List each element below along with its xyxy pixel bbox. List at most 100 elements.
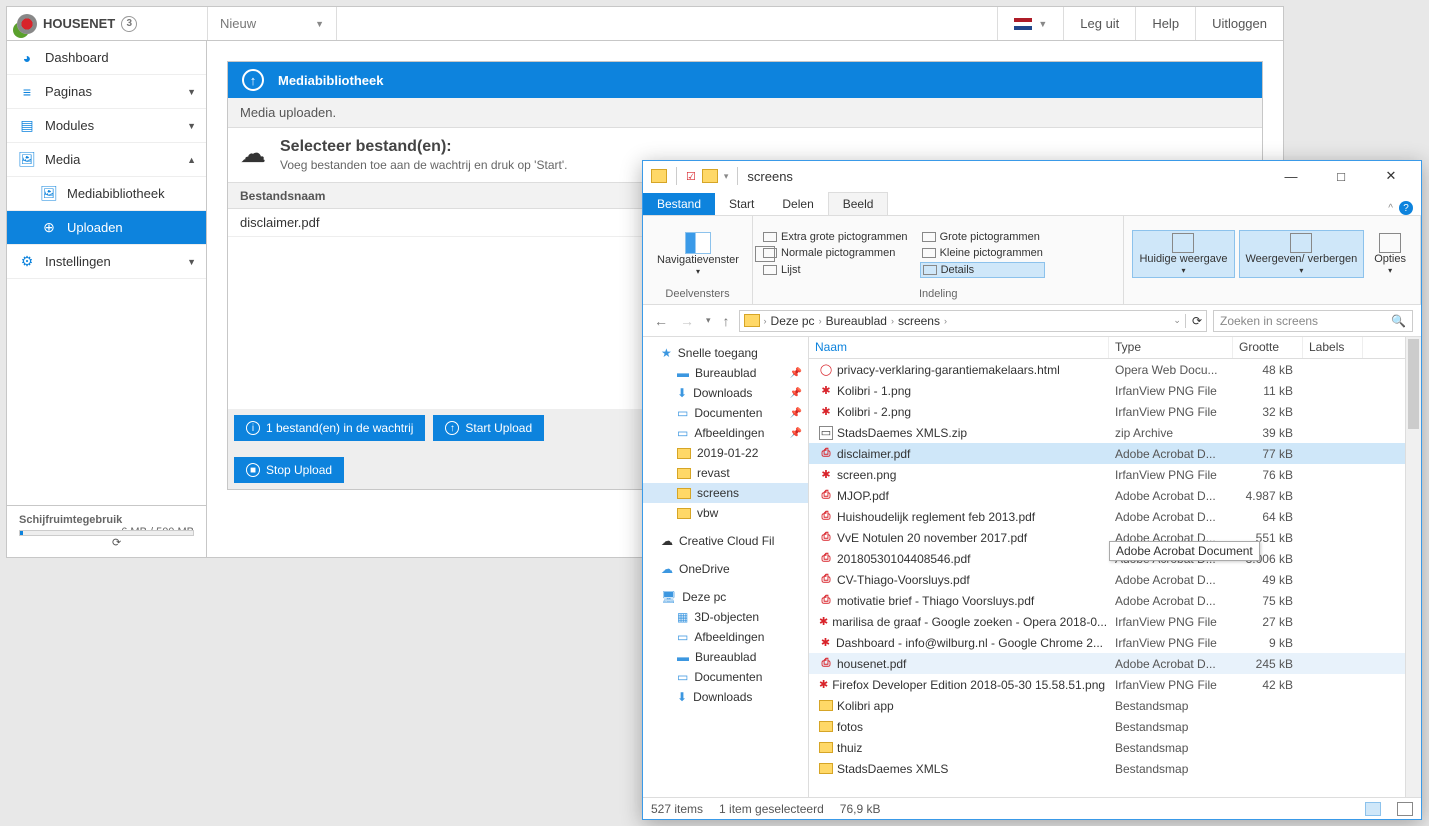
scrollbar[interactable] bbox=[1405, 337, 1421, 797]
file-row[interactable]: ⎙motivatie brief - Thiago Voorsluys.pdfA… bbox=[809, 590, 1405, 611]
tree-item[interactable]: ▭Afbeeldingen bbox=[643, 627, 808, 647]
view-normal[interactable]: Normale pictogrammen bbox=[761, 246, 910, 260]
tree-item[interactable]: 🖥Deze pc bbox=[643, 587, 808, 607]
view-extra-large[interactable]: Extra grote pictogrammen bbox=[761, 230, 910, 244]
view-small[interactable]: Kleine pictogrammen bbox=[920, 246, 1045, 260]
file-row[interactable]: ⎙20180530104408546.pdfAdobe Acrobat D...… bbox=[809, 548, 1405, 569]
nav-back-button[interactable]: ← bbox=[651, 313, 671, 329]
queue-count-button[interactable]: i1 bestand(en) in de wachtrij bbox=[234, 415, 425, 441]
language-button[interactable]: ▼ bbox=[997, 7, 1063, 40]
view-list[interactable]: Lijst bbox=[761, 262, 910, 278]
view-details[interactable]: Details bbox=[920, 262, 1045, 278]
nav-forward-button[interactable]: → bbox=[677, 313, 697, 329]
col-size[interactable]: Grootte bbox=[1233, 337, 1303, 358]
help-button[interactable]: Help bbox=[1135, 7, 1195, 40]
tree-item[interactable]: ☁OneDrive bbox=[643, 559, 808, 579]
file-row[interactable]: ⎙disclaimer.pdfAdobe Acrobat D...77 kB bbox=[809, 443, 1405, 464]
tree-item[interactable]: ▬Bureaublad📌 bbox=[643, 363, 808, 383]
nav-recent-button[interactable]: ▾ bbox=[703, 315, 714, 326]
quick-toggle-icon[interactable]: ☑ bbox=[686, 170, 696, 183]
tree-item[interactable]: ▭Documenten📌 bbox=[643, 403, 808, 423]
close-button[interactable]: ✕ bbox=[1369, 161, 1413, 191]
file-row[interactable]: ◯privacy-verklaring-garantiemakelaars.ht… bbox=[809, 359, 1405, 380]
folder-icon bbox=[744, 314, 760, 327]
tree-item[interactable]: ⬇Downloads📌 bbox=[643, 383, 808, 403]
sidebar-item-instellingen[interactable]: ⚙Instellingen▼ bbox=[7, 245, 206, 279]
file-row[interactable]: Kolibri appBestandsmap bbox=[809, 695, 1405, 716]
file-row[interactable]: ⎙CV-Thiago-Voorsluys.pdfAdobe Acrobat D.… bbox=[809, 569, 1405, 590]
tree-item[interactable]: ▭Afbeeldingen📌 bbox=[643, 423, 808, 443]
file-row[interactable]: fotosBestandsmap bbox=[809, 716, 1405, 737]
help-icon[interactable]: ? bbox=[1399, 201, 1413, 215]
breadcrumb-segment[interactable]: screens bbox=[898, 314, 940, 328]
show-hide-button[interactable]: Weergeven/ verbergen▾ bbox=[1239, 230, 1365, 279]
breadcrumb-segment[interactable]: Bureaublad bbox=[826, 314, 887, 328]
tree-item[interactable]: vbw bbox=[643, 503, 808, 523]
tree-item[interactable]: ☁Creative Cloud Fil bbox=[643, 531, 808, 551]
sidebar-icon: ◕ bbox=[19, 50, 35, 66]
nav-pane-button[interactable]: Navigatievenster ▾ bbox=[651, 230, 745, 279]
breadcrumb-dropdown-icon[interactable]: ⌄ bbox=[1173, 315, 1181, 326]
start-upload-button[interactable]: ↑Start Upload bbox=[433, 415, 544, 441]
tree-item[interactable]: 2019-01-22 bbox=[643, 443, 808, 463]
nav-up-button[interactable]: ↑ bbox=[720, 313, 733, 329]
sidebar-item-media[interactable]: 🖼Media▲ bbox=[7, 143, 206, 177]
col-name[interactable]: Naam bbox=[809, 337, 1109, 358]
tab-beeld[interactable]: Beeld bbox=[828, 192, 889, 215]
view-details-icon[interactable] bbox=[1365, 802, 1381, 816]
ribbon-group-layout-label: Indeling bbox=[761, 288, 1115, 300]
explorer-titlebar[interactable]: ☑ ▾ screens — □ ✕ bbox=[643, 161, 1421, 191]
maximize-button[interactable]: □ bbox=[1319, 161, 1363, 191]
new-dropdown[interactable]: Nieuw ▼ bbox=[207, 7, 337, 40]
tab-delen[interactable]: Delen bbox=[768, 193, 827, 215]
tree-label: revast bbox=[697, 466, 730, 480]
current-view-button[interactable]: Huidige weergave▾ bbox=[1132, 230, 1234, 279]
chevron-up-icon[interactable]: ^ bbox=[1388, 203, 1393, 214]
file-row[interactable]: ✱Dashboard - info@wilburg.nl - Google Ch… bbox=[809, 632, 1405, 653]
options-icon bbox=[1379, 233, 1401, 253]
options-button[interactable]: Opties▾ bbox=[1368, 231, 1412, 278]
breadcrumb[interactable]: › Deze pc› Bureaublad› screens› ⌄ ⟳ bbox=[739, 310, 1207, 332]
sidebar-item-dashboard[interactable]: ◕Dashboard bbox=[7, 41, 206, 75]
scrollbar-thumb[interactable] bbox=[1408, 339, 1419, 429]
tree-item[interactable]: ▭Documenten bbox=[643, 667, 808, 687]
file-row[interactable]: ⎙VvE Notulen 20 november 2017.pdfAdobe A… bbox=[809, 527, 1405, 548]
stop-upload-button[interactable]: ■Stop Upload bbox=[234, 457, 344, 483]
file-row[interactable]: ✱screen.pngIrfanView PNG File76 kB bbox=[809, 464, 1405, 485]
refresh-icon[interactable]: ⟳ bbox=[112, 536, 121, 549]
search-input[interactable]: Zoeken in screens 🔍 bbox=[1213, 310, 1413, 332]
tree-item[interactable]: ★Snelle toegang bbox=[643, 343, 808, 363]
tree-item[interactable]: screens bbox=[643, 483, 808, 503]
tab-start[interactable]: Start bbox=[715, 193, 768, 215]
file-row[interactable]: ✱Firefox Developer Edition 2018-05-30 15… bbox=[809, 674, 1405, 695]
sidebar-item-uploaden[interactable]: ⊕Uploaden bbox=[7, 211, 206, 245]
tree-item[interactable]: revast bbox=[643, 463, 808, 483]
view-thumbs-icon[interactable] bbox=[1397, 802, 1413, 816]
file-row[interactable]: ⎙MJOP.pdfAdobe Acrobat D...4.987 kB bbox=[809, 485, 1405, 506]
logout-button[interactable]: Uitloggen bbox=[1195, 7, 1283, 40]
minimize-button[interactable]: — bbox=[1269, 161, 1313, 191]
sidebar-item-modules[interactable]: ▤Modules▼ bbox=[7, 109, 206, 143]
file-row[interactable]: ⎙housenet.pdfAdobe Acrobat D...245 kB bbox=[809, 653, 1405, 674]
tree-item[interactable]: ⬇Downloads bbox=[643, 687, 808, 707]
tree-item[interactable]: ▦3D-objecten bbox=[643, 607, 808, 627]
file-row[interactable]: ✱Kolibri - 1.pngIrfanView PNG File11 kB bbox=[809, 380, 1405, 401]
col-labels[interactable]: Labels bbox=[1303, 337, 1363, 358]
tree-item[interactable]: ▬Bureaublad bbox=[643, 647, 808, 667]
view-large[interactable]: Grote pictogrammen bbox=[920, 230, 1045, 244]
file-size: 42 kB bbox=[1229, 678, 1299, 692]
sidebar-item-mediabibliotheek[interactable]: 🖼Mediabibliotheek bbox=[7, 177, 206, 211]
col-type[interactable]: Type bbox=[1109, 337, 1233, 358]
file-row[interactable]: StadsDaemes XMLSBestandsmap bbox=[809, 758, 1405, 779]
breadcrumb-segment[interactable]: Deze pc bbox=[771, 314, 815, 328]
leg-uit-button[interactable]: Leg uit bbox=[1063, 7, 1135, 40]
file-row[interactable]: ⎙Huishoudelijk reglement feb 2013.pdfAdo… bbox=[809, 506, 1405, 527]
file-row[interactable]: thuizBestandsmap bbox=[809, 737, 1405, 758]
file-row[interactable]: ▭StadsDaemes XMLS.zipzip Archive39 kB bbox=[809, 422, 1405, 443]
tab-bestand[interactable]: Bestand bbox=[643, 193, 715, 215]
logo-icon bbox=[17, 14, 37, 34]
refresh-icon[interactable]: ⟳ bbox=[1185, 314, 1202, 328]
file-row[interactable]: ✱Kolibri - 2.pngIrfanView PNG File32 kB bbox=[809, 401, 1405, 422]
file-row[interactable]: ✱marilisa de graaf - Google zoeken - Ope… bbox=[809, 611, 1405, 632]
sidebar-item-paginas[interactable]: ≡Paginas▼ bbox=[7, 75, 206, 109]
